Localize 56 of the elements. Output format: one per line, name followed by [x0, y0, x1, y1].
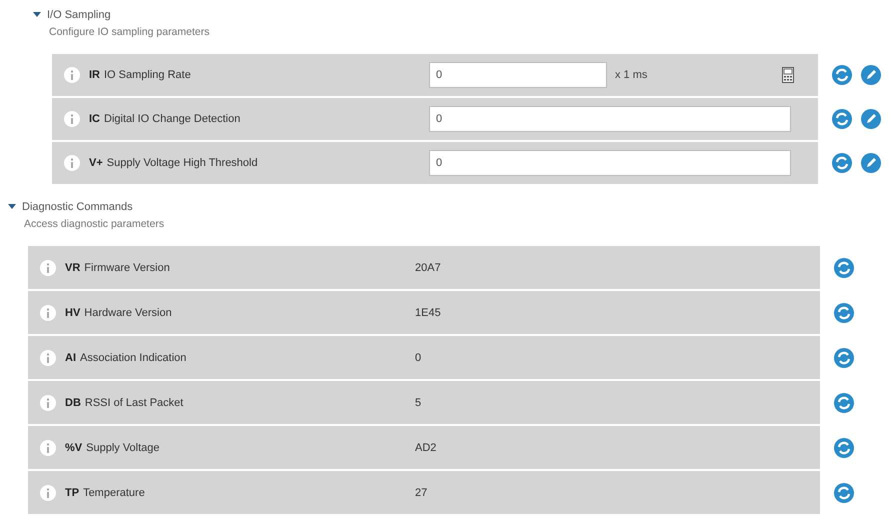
parameter-value: 1E45 — [415, 306, 441, 318]
section-description: Configure IO sampling parameters — [48, 25, 210, 40]
parameter-label: Association Indication — [80, 352, 186, 364]
info-icon[interactable] — [40, 350, 56, 366]
calculator-icon[interactable] — [782, 67, 794, 83]
expand-triangle-icon[interactable] — [8, 203, 16, 211]
refresh-icon[interactable] — [833, 436, 855, 458]
refresh-icon[interactable] — [833, 346, 855, 368]
parameter-code: IR — [89, 69, 100, 81]
parameter-code: AI — [65, 352, 76, 364]
section-title[interactable]: I/O Sampling — [47, 9, 111, 21]
refresh-icon[interactable] — [831, 108, 853, 130]
info-icon[interactable] — [64, 111, 80, 127]
parameter-code: %V — [65, 442, 82, 454]
parameter-code: HV — [65, 306, 80, 318]
parameter-label: Supply Voltage — [86, 442, 160, 454]
parameter-code: IC — [89, 113, 100, 125]
section-title[interactable]: Diagnostic Commands — [22, 201, 133, 213]
pencil-icon[interactable] — [860, 108, 882, 130]
pencil-icon[interactable] — [860, 152, 882, 174]
parameter-label: Supply Voltage High Threshold — [106, 157, 258, 169]
info-icon[interactable] — [40, 484, 56, 500]
refresh-icon[interactable] — [833, 482, 855, 504]
info-icon[interactable] — [40, 440, 56, 456]
parameter-code: TP — [65, 486, 80, 498]
info-icon[interactable] — [64, 67, 80, 83]
refresh-icon[interactable] — [833, 302, 855, 324]
parameter-input-field[interactable]: 0 — [429, 150, 791, 176]
parameter-input-field[interactable]: 0 — [429, 106, 791, 132]
expand-triangle-icon[interactable] — [33, 11, 41, 19]
info-icon[interactable] — [40, 304, 56, 320]
refresh-icon[interactable] — [831, 152, 853, 174]
parameter-code: V+ — [89, 157, 103, 169]
section-description: Access diagnostic parameters — [23, 217, 166, 232]
parameter-code: VR — [65, 262, 80, 274]
parameter-label: IO Sampling Rate — [104, 69, 191, 81]
parameter-value: AD2 — [415, 442, 436, 454]
parameter-value: 5 — [415, 396, 422, 408]
parameter-label: Hardware Version — [84, 306, 172, 318]
pencil-icon[interactable] — [860, 64, 882, 86]
refresh-icon[interactable] — [831, 64, 853, 86]
parameter-input-field[interactable]: 0 — [429, 62, 607, 88]
parameter-label: Digital IO Change Detection — [104, 113, 240, 125]
info-icon[interactable] — [64, 155, 80, 171]
parameter-label: Temperature — [83, 486, 145, 498]
refresh-icon[interactable] — [833, 256, 855, 278]
parameter-value: 20A7 — [415, 262, 441, 274]
unit-label: x 1 ms — [615, 69, 648, 81]
info-icon[interactable] — [40, 394, 56, 410]
parameter-label: RSSI of Last Packet — [84, 396, 184, 408]
refresh-icon[interactable] — [833, 392, 855, 414]
parameter-value: 0 — [415, 352, 422, 364]
parameter-label: Firmware Version — [84, 262, 170, 274]
info-icon[interactable] — [40, 260, 56, 276]
parameter-code: DB — [65, 396, 81, 408]
parameter-value: 27 — [415, 486, 428, 498]
